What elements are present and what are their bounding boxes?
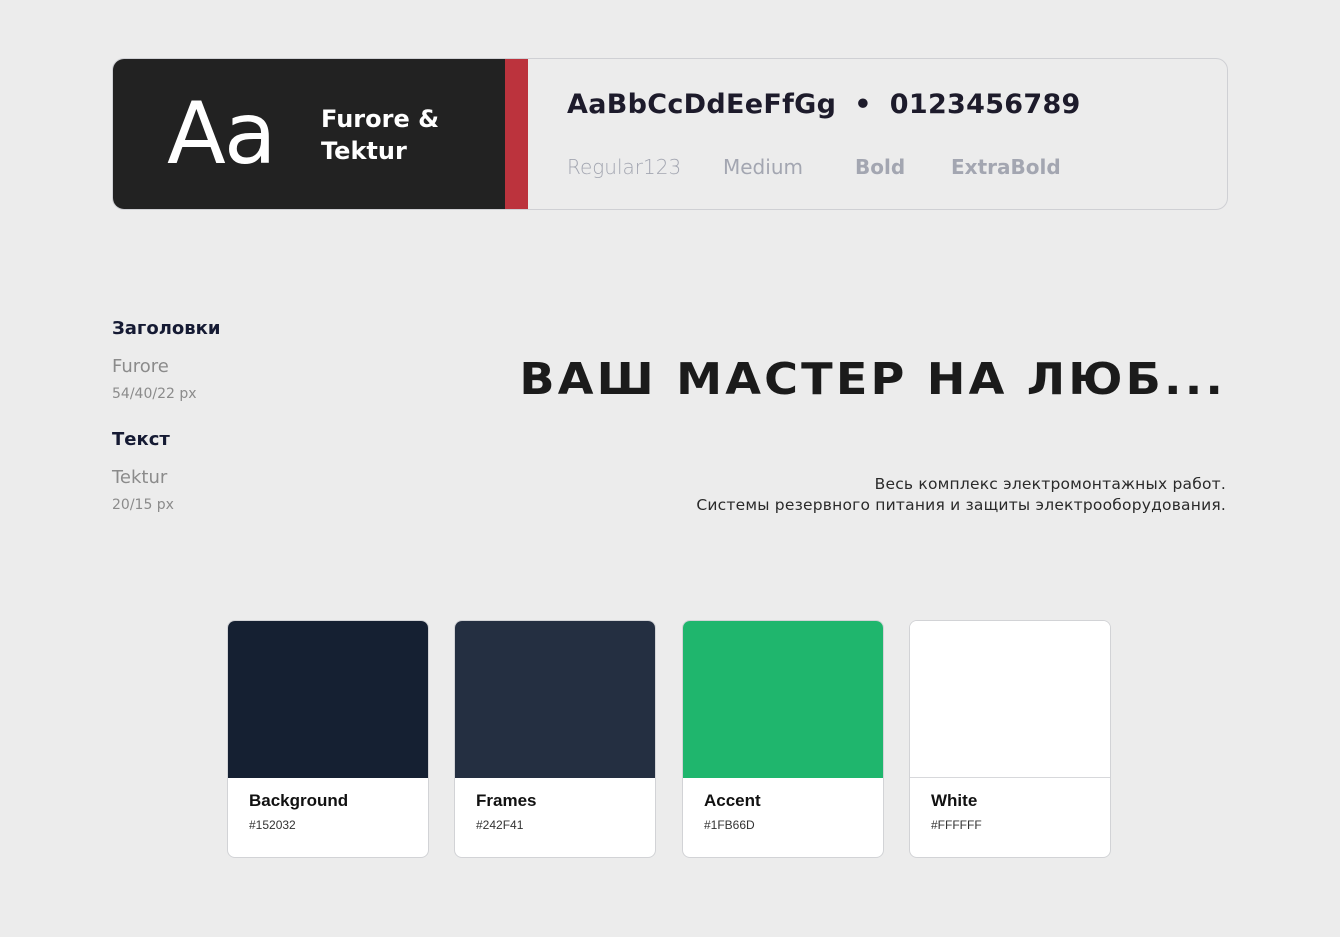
sample-headline: ВАШ МАСТЕР НА ЛЮБ... (519, 354, 1226, 405)
separator-dot: • (854, 89, 872, 120)
headings-sizes: 54/40/22 px (112, 386, 197, 402)
sample-body-line-1: Весь комплекс электромонтажных работ. (874, 475, 1226, 493)
swatch-color-block (455, 621, 655, 778)
weight-regular: Regular123 (567, 155, 682, 179)
swatch-accent: Accent #1FB66D (682, 620, 884, 858)
swatch-background: Background #152032 (227, 620, 429, 858)
swatch-color-block (683, 621, 883, 778)
headings-label: Заголовки (112, 318, 221, 339)
font-preview-panel: Aa Furore & Tektur (113, 59, 505, 209)
font-name-line-2: Tektur (321, 137, 407, 165)
swatch-hex: #1FB66D (704, 818, 755, 832)
swatch-name: White (931, 791, 978, 810)
sample-body: Весь комплекс электромонтажных работ. Си… (696, 474, 1226, 516)
swatch-hex: #FFFFFF (931, 818, 982, 832)
swatch-name: Accent (704, 791, 761, 810)
font-glyph-sample: Aa (167, 84, 277, 184)
weight-bold: Bold (855, 155, 906, 179)
digits-sample: 0123456789 (889, 89, 1081, 120)
weight-medium: Medium (723, 155, 803, 179)
accent-strip (505, 59, 528, 209)
character-set: AaBbCcDdEeFfGg • 0123456789 (567, 89, 1081, 120)
sample-body-line-2: Системы резервного питания и защиты элек… (696, 496, 1226, 514)
weight-extrabold: ExtraBold (951, 155, 1061, 179)
alphabet-sample: AaBbCcDdEeFfGg (567, 89, 837, 120)
swatch-color-block (228, 621, 428, 778)
font-family-names: Furore & Tektur (321, 103, 481, 167)
font-weights: Regular123 Medium Bold ExtraBold (567, 155, 1061, 179)
swatch-white: White #FFFFFF (909, 620, 1111, 858)
text-sizes: 20/15 px (112, 497, 174, 513)
text-label: Текст (112, 429, 170, 450)
swatch-hex: #242F41 (476, 818, 524, 832)
headings-font: Furore (112, 356, 169, 377)
swatch-hex: #152032 (249, 818, 296, 832)
swatch-frames: Frames #242F41 (454, 620, 656, 858)
typography-card: Aa Furore & Tektur AaBbCcDdEeFfGg • 012345… (112, 58, 1228, 210)
text-font: Tektur (112, 467, 168, 488)
swatch-name: Frames (476, 791, 537, 810)
font-name-line-1: Furore & (321, 105, 440, 133)
swatch-name: Background (249, 791, 349, 810)
swatch-color-block (910, 621, 1110, 778)
